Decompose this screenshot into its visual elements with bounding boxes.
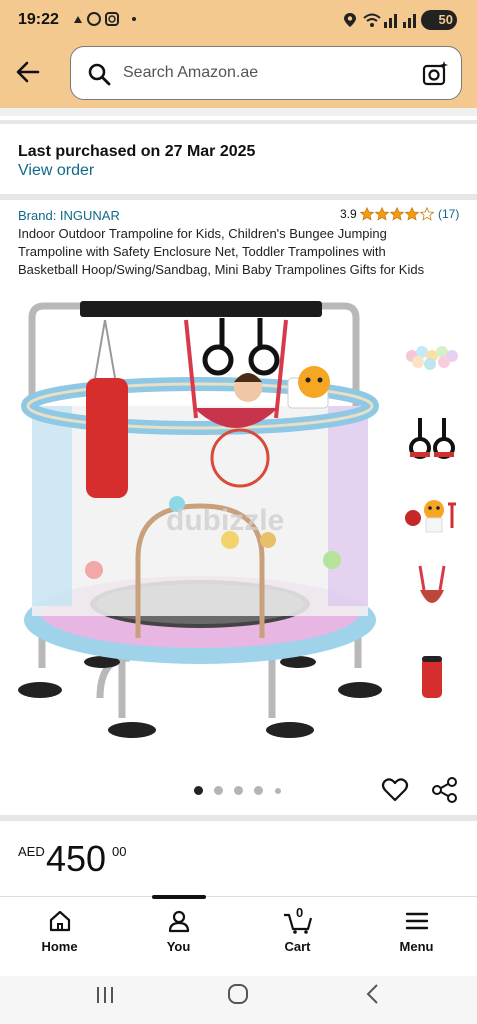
signal-icon bbox=[384, 12, 418, 32]
app-notification-icon bbox=[74, 12, 136, 26]
star-icon bbox=[404, 206, 420, 221]
home-icon bbox=[48, 909, 72, 938]
view-order-link[interactable]: View order bbox=[18, 162, 94, 180]
system-navigation-bar bbox=[0, 976, 477, 1024]
rating-value: 3.9 bbox=[340, 207, 357, 221]
star-icon bbox=[389, 206, 405, 221]
section-divider bbox=[0, 815, 477, 821]
star-icon bbox=[419, 206, 435, 221]
battery-level: 50 bbox=[438, 12, 453, 27]
status-bar: 19:22 50 bbox=[0, 0, 477, 40]
system-back-icon[interactable] bbox=[362, 983, 384, 1010]
gallery-dot[interactable] bbox=[234, 786, 243, 795]
gallery-dot[interactable] bbox=[254, 786, 263, 795]
section-divider bbox=[0, 120, 477, 124]
nav-home-label: Home bbox=[41, 939, 78, 954]
bottom-navigation: Home You 0 Cart Menu bbox=[0, 895, 477, 977]
image-watermark: dubizzle bbox=[166, 504, 285, 537]
brand-link[interactable]: Brand: INGUNAR bbox=[18, 208, 120, 223]
section-divider bbox=[0, 194, 477, 200]
back-arrow-icon[interactable] bbox=[14, 58, 42, 86]
camera-scan-icon[interactable] bbox=[421, 60, 449, 93]
nav-menu-label: Menu bbox=[399, 939, 434, 954]
thumbnail-sandbag[interactable] bbox=[400, 644, 464, 708]
star-icon bbox=[359, 206, 375, 221]
thumbnail-ball-toy-pump[interactable] bbox=[400, 484, 464, 548]
thumbnail-gym-rings[interactable] bbox=[400, 408, 464, 472]
battery-indicator: 50 bbox=[421, 10, 457, 30]
price-whole: 450 bbox=[46, 838, 107, 879]
thumbnail-balls[interactable] bbox=[400, 326, 464, 390]
status-time: 19:22 bbox=[18, 11, 59, 28]
menu-icon bbox=[405, 909, 429, 938]
heart-icon[interactable] bbox=[381, 776, 409, 809]
gallery-dot[interactable] bbox=[275, 788, 281, 794]
nav-you[interactable]: You bbox=[119, 897, 238, 977]
search-icon bbox=[87, 62, 111, 91]
gallery-dot-active[interactable] bbox=[194, 786, 203, 795]
user-icon bbox=[167, 909, 191, 938]
star-rating bbox=[359, 206, 436, 226]
price-currency: AED bbox=[18, 844, 45, 859]
recent-apps-icon[interactable] bbox=[94, 984, 116, 1011]
thumbnail-swing[interactable] bbox=[400, 560, 464, 624]
wifi-icon bbox=[362, 12, 382, 32]
share-icon[interactable] bbox=[431, 776, 459, 809]
review-count[interactable]: (17) bbox=[438, 207, 459, 221]
search-input[interactable]: Search Amazon.ae bbox=[123, 64, 258, 82]
cart-count: 0 bbox=[296, 905, 304, 920]
gallery-dot[interactable] bbox=[214, 786, 223, 795]
search-bar[interactable]: Search Amazon.ae bbox=[70, 46, 462, 100]
nav-home[interactable]: Home bbox=[0, 897, 119, 977]
nav-you-label: You bbox=[166, 939, 191, 954]
nav-cart[interactable]: 0 Cart bbox=[238, 897, 357, 977]
star-icon bbox=[374, 206, 390, 221]
home-button-icon[interactable] bbox=[227, 983, 249, 1010]
section-divider bbox=[0, 108, 477, 116]
last-purchased-text: Last purchased on 27 Mar 2025 bbox=[18, 143, 256, 160]
location-icon bbox=[343, 12, 357, 32]
price-fraction: 00 bbox=[112, 844, 127, 859]
nav-menu[interactable]: Menu bbox=[357, 897, 476, 977]
notification-icons bbox=[72, 11, 140, 30]
app-header: 19:22 50 Search Amazon.ae bbox=[0, 0, 477, 108]
nav-cart-label: Cart bbox=[284, 939, 311, 954]
product-title: Indoor Outdoor Trampoline for Kids, Chil… bbox=[18, 226, 425, 277]
product-main-image[interactable]: dubizzle bbox=[10, 298, 390, 748]
